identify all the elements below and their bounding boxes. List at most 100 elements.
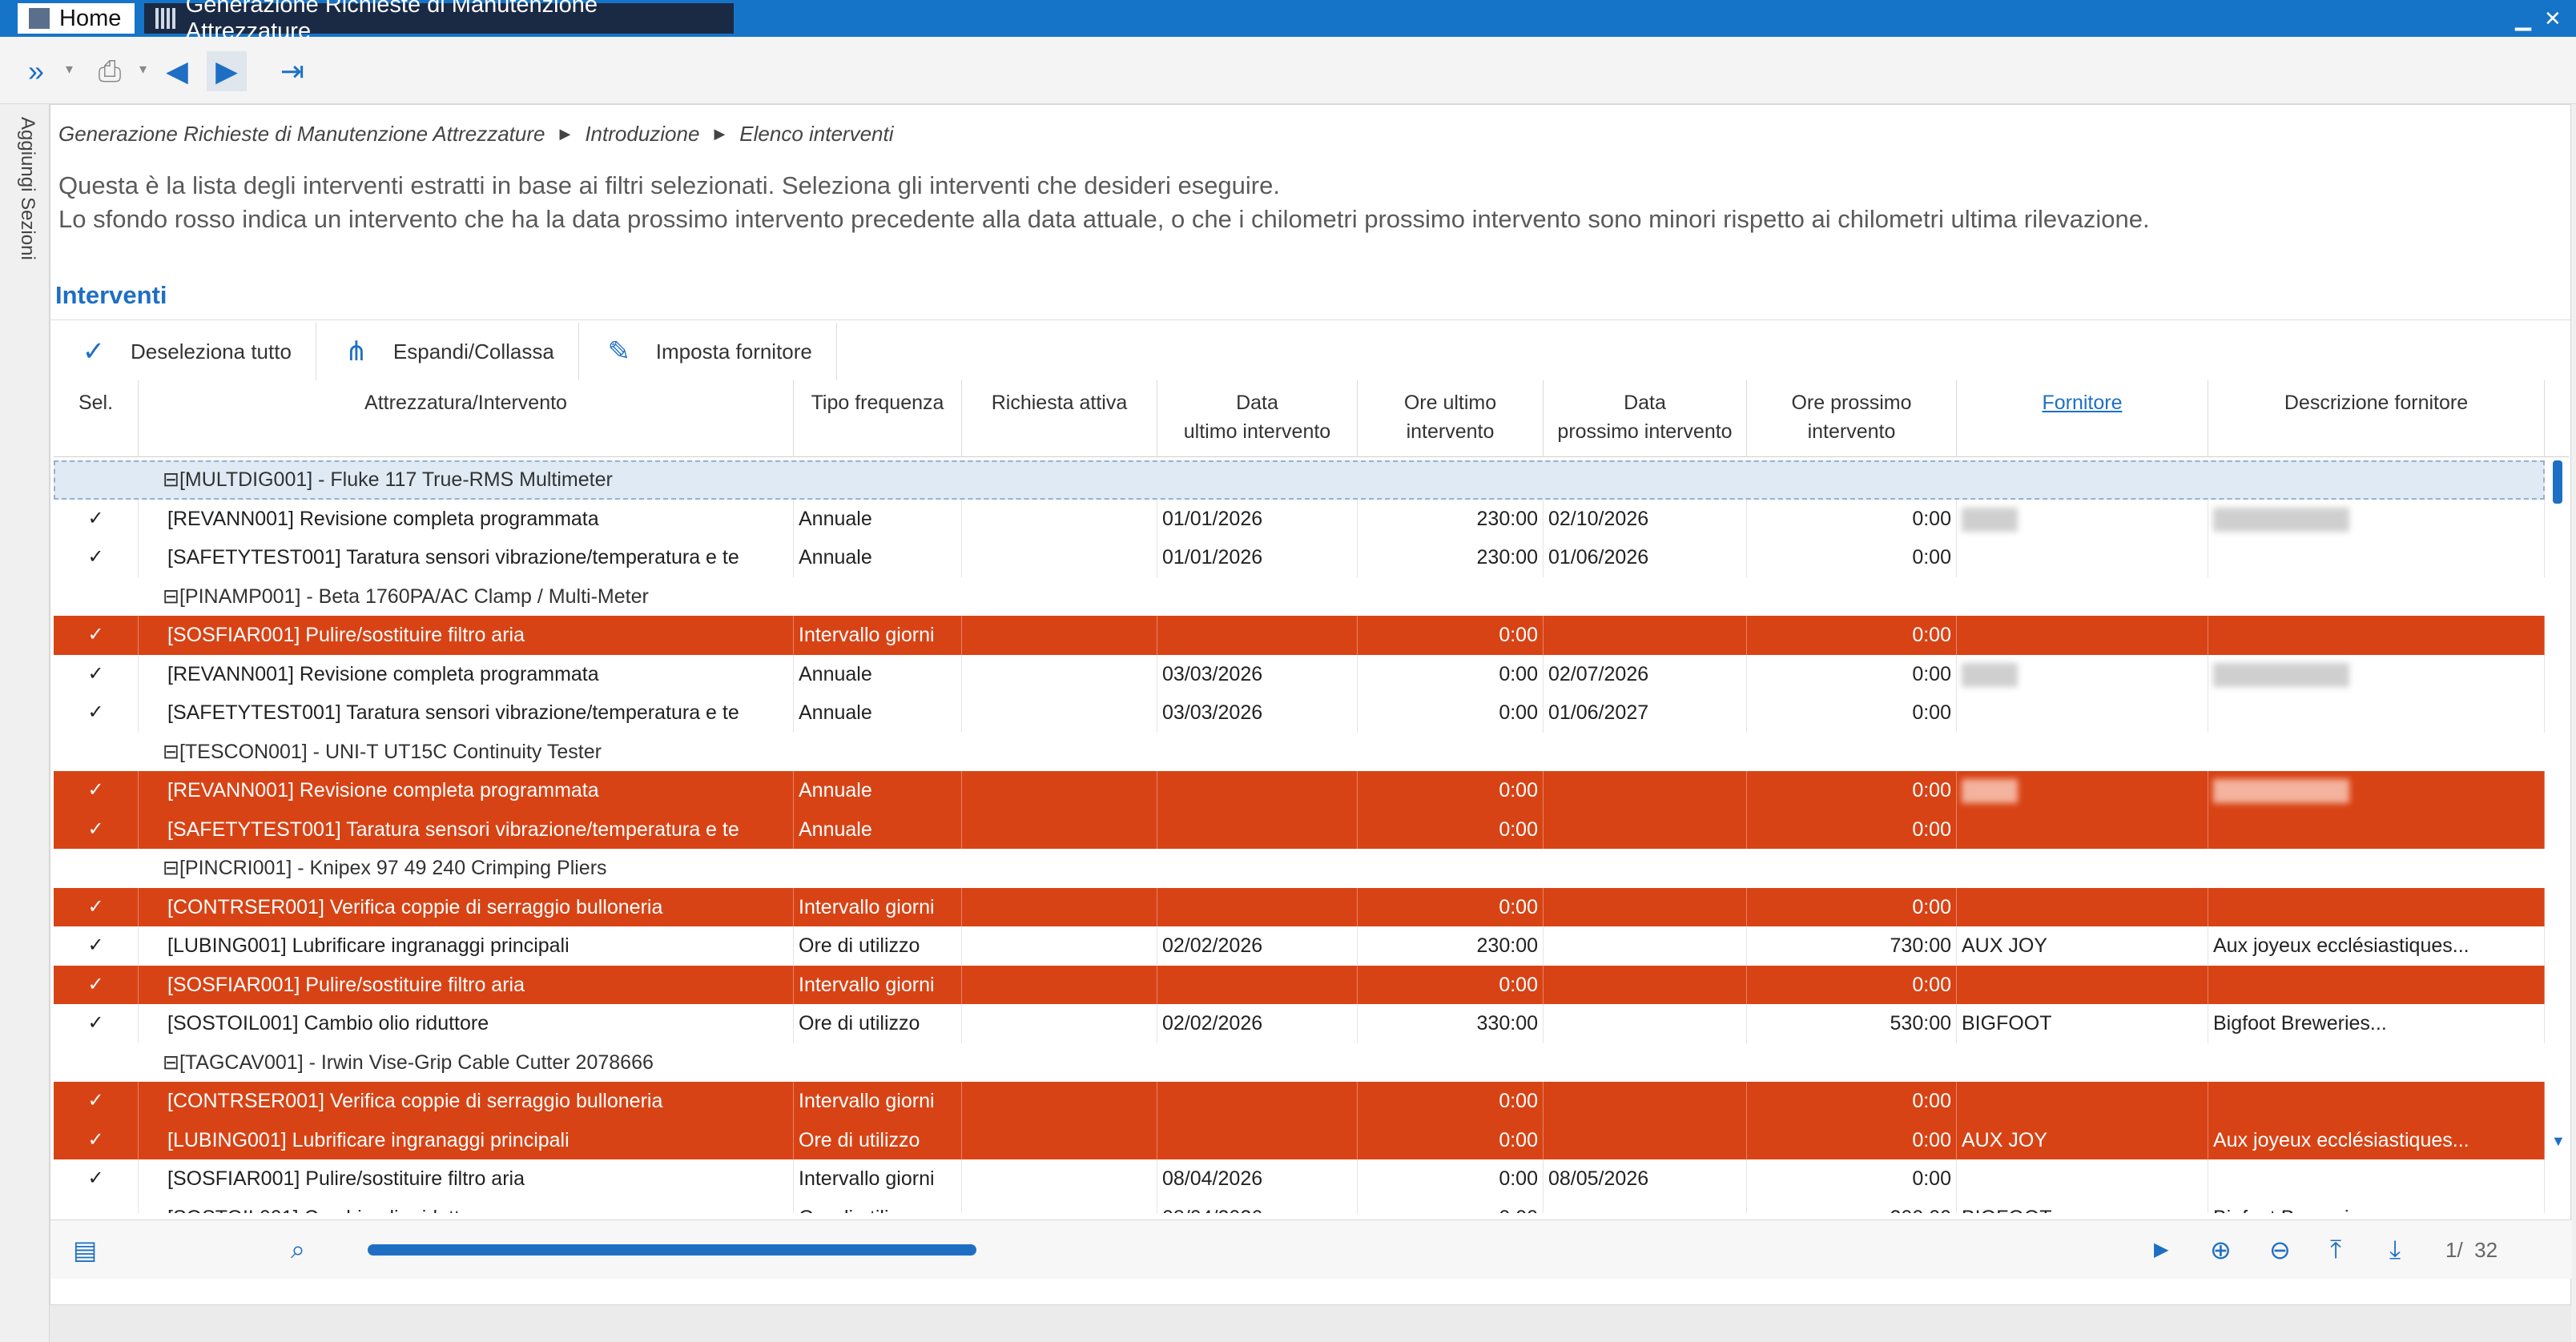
group-row[interactable]: ⊟[MULTDIG001] - Fluke 117 True-RMS Multi… — [54, 460, 2545, 500]
breadcrumb: Generazione Richieste di Manutenzione At… — [58, 118, 894, 150]
group-label[interactable]: ⊟[MULTDIG001] - Fluke 117 True-RMS Multi… — [139, 460, 859, 500]
group-label[interactable]: ⊟[TESCON001] - UNI-T UT15C Continuity Te… — [139, 733, 859, 772]
group-cell — [1358, 1043, 1544, 1083]
col-sel[interactable]: Sel. — [54, 380, 139, 457]
breadcrumb-item[interactable]: Introduzione — [585, 122, 699, 147]
breadcrumb-item: Elenco interventi — [739, 121, 894, 146]
row-checkbox[interactable]: ✓ — [54, 887, 139, 926]
col-last-date[interactable]: Data ultimo intervento — [1157, 380, 1358, 457]
scroll-down-icon[interactable]: ▼ — [2551, 1133, 2566, 1150]
deselect-all-button[interactable]: ✓ Deseleziona tutto — [54, 323, 316, 380]
col-equipment[interactable]: Attrezzatura/Intervento — [139, 380, 794, 457]
group-cell — [1957, 733, 2208, 772]
forward-icon[interactable]: ▶ — [207, 51, 247, 91]
group-label[interactable]: ⊟[TAGCAV001] - Irwin Vise-Grip Cable Cut… — [139, 1043, 859, 1083]
col-next-date[interactable]: Data prossimo intervento — [1544, 380, 1747, 457]
back-icon[interactable]: ◀ — [157, 51, 197, 91]
col-supplier-label[interactable]: Fornitore — [2042, 392, 2122, 414]
tab-home-label: Home — [59, 5, 122, 31]
row-checkbox[interactable]: ✓ — [54, 1004, 139, 1043]
col-sel-label: Sel. — [78, 392, 114, 414]
group-label[interactable]: ⊟[PINAMP001] - Beta 1760PA/AC Clamp / Mu… — [139, 577, 859, 617]
table-row[interactable]: ✓ [SAFETYTEST001] Taratura sensori vibraz… — [54, 538, 2545, 577]
table-row[interactable]: ✓ [REVANN001] Revisione completa programm… — [54, 499, 2545, 538]
search-icon[interactable]: ⌕ — [291, 1235, 305, 1265]
chevron-down-icon[interactable]: ▾ — [66, 61, 73, 78]
row-checkbox[interactable]: ✓ — [54, 654, 139, 693]
col-frequency[interactable]: Tipo frequenza — [794, 380, 962, 457]
zoom-out-icon[interactable]: ⊖ — [2269, 1235, 2291, 1265]
total-pages: 32 — [2474, 1238, 2498, 1262]
table-row[interactable]: ✓ [SAFETYTEST001] Taratura sensori vibraz… — [54, 693, 2545, 733]
scrollbar-thumb[interactable] — [2553, 460, 2562, 504]
overdue-row[interactable]: ✓ [SOSFIAR001] Pulire/sostituire filtro a… — [54, 616, 2545, 655]
group-row[interactable]: ⊟[TESCON001] - UNI-T UT15C Continuity Te… — [54, 733, 2545, 772]
overdue-row[interactable]: ✓ [REVANN001] Revisione completa programm… — [54, 771, 2545, 810]
cell-next-date: 08/05/2026 — [1544, 1159, 1747, 1199]
first-page-icon[interactable]: ⤒ — [2330, 1235, 2341, 1265]
close-button[interactable]: ✕ — [2544, 6, 2562, 31]
cell-last-date: 03/03/2026 — [1157, 654, 1358, 693]
col-active-request[interactable]: Richiesta attiva — [962, 380, 1157, 457]
group-label[interactable]: ⊟[PINCRI001] - Knipex 97 49 240 Crimping… — [139, 849, 859, 888]
cell-supplier — [1957, 1159, 2208, 1199]
last-page-icon[interactable]: ⤓ — [2389, 1235, 2401, 1265]
cell-supplier: BIGFOOT — [1957, 1198, 2208, 1213]
zoom-in-icon[interactable]: ⊕ — [2210, 1235, 2232, 1265]
chevron-down-icon[interactable]: ▾ — [139, 61, 147, 78]
exit-icon[interactable]: ⇥ — [272, 51, 312, 91]
group-row[interactable]: ⊟[TAGCAV001] - Irwin Vise-Grip Cable Cut… — [54, 1043, 2545, 1083]
group-cell — [2208, 460, 2545, 500]
row-checkbox[interactable]: ✓ — [54, 499, 139, 538]
add-sections-label[interactable]: Aggiungi Sezioni — [16, 117, 38, 260]
expand-collapse-button[interactable]: ⋔ Espandi/Collassa — [316, 323, 579, 380]
side-rail[interactable]: Aggiungi Sezioni — [0, 104, 50, 1342]
row-checkbox[interactable]: ✓ — [54, 771, 139, 810]
group-row[interactable]: ⊟[PINAMP001] - Beta 1760PA/AC Clamp / Mu… — [54, 577, 2545, 617]
row-checkbox[interactable]: ✓ — [54, 1159, 139, 1199]
row-checkbox[interactable]: ✓ — [54, 693, 139, 733]
row-checkbox[interactable] — [54, 1198, 139, 1213]
col-supplier[interactable]: Fornitore — [1957, 380, 2208, 457]
overdue-row[interactable]: ✓ [CONTRSER001] Verifica coppie di serrag… — [54, 1082, 2545, 1121]
breadcrumb-item[interactable]: Generazione Richieste di Manutenzione At… — [58, 122, 545, 147]
table-row[interactable]: ✓ [LUBING001] Lubrificare ingranaggi prin… — [54, 926, 2545, 966]
group-cell — [1747, 577, 1957, 617]
cell-next-hours: 0:00 — [1747, 810, 1957, 849]
col-supplier-desc[interactable]: Descrizione fornitore — [2208, 380, 2545, 457]
cell-label: [REVANN001] Revisione completa programma… — [139, 654, 794, 693]
vertical-scrollbar[interactable]: ▼ — [2550, 460, 2566, 1181]
col-next-hours[interactable]: Ore prossimo intervento — [1747, 380, 1957, 457]
collapse-all-icon[interactable]: » — [16, 51, 56, 91]
overdue-row[interactable]: ✓ [SOSFIAR001] Pulire/sostituire filtro a… — [54, 965, 2545, 1004]
cell-active — [962, 1082, 1157, 1121]
row-checkbox[interactable]: ✓ — [54, 616, 139, 655]
minimize-button[interactable]: ▁ — [2515, 6, 2531, 31]
table-row[interactable]: ✓ [SOSFIAR001] Pulire/sostituire filtro a… — [54, 1159, 2545, 1199]
table-row[interactable]: [SOSTOIL001] Cambio olio riduttoreOre di… — [54, 1198, 2545, 1213]
tab-home[interactable]: Home — [18, 3, 135, 34]
cell-last-date — [1157, 1120, 1358, 1159]
row-checkbox[interactable]: ✓ — [54, 810, 139, 849]
col-frequency-label: Tipo frequenza — [811, 392, 944, 414]
overdue-row[interactable]: ✓ [SAFETYTEST001] Taratura sensori vibraz… — [54, 810, 2545, 849]
row-checkbox[interactable]: ✓ — [54, 965, 139, 1004]
tab-generazione[interactable]: Generazione Richieste di Manutenzione At… — [144, 0, 734, 44]
overdue-row[interactable]: ✓ [CONTRSER001] Verifica coppie di serrag… — [54, 887, 2545, 926]
set-supplier-button[interactable]: ✎ Imposta fornitore — [579, 323, 837, 380]
list-icon[interactable]: ▤ — [73, 1235, 97, 1265]
row-checkbox[interactable]: ✓ — [54, 926, 139, 966]
group-cell — [1957, 1043, 2208, 1083]
print-icon[interactable]: ⎙ — [90, 51, 130, 91]
group-row[interactable]: ⊟[PINCRI001] - Knipex 97 49 240 Crimping… — [54, 849, 2545, 888]
table-row[interactable]: ✓ [SOSTOIL001] Cambio olio riduttore Ore d… — [54, 1004, 2545, 1043]
row-checkbox[interactable]: ✓ — [54, 538, 139, 577]
horizontal-scrollbar[interactable] — [368, 1244, 976, 1256]
table-row[interactable]: ✓ [REVANN001] Revisione completa programm… — [54, 654, 2545, 693]
overdue-row[interactable]: ✓ [LUBING001] Lubrificare ingranaggi prin… — [54, 1120, 2545, 1159]
row-checkbox[interactable]: ✓ — [54, 1120, 139, 1159]
row-checkbox[interactable]: ✓ — [54, 1082, 139, 1121]
col-last-hours[interactable]: Ore ultimo intervento — [1358, 380, 1544, 457]
cell-next-date — [1544, 887, 1747, 926]
next-page-icon[interactable]: ▶ — [2154, 1238, 2168, 1261]
